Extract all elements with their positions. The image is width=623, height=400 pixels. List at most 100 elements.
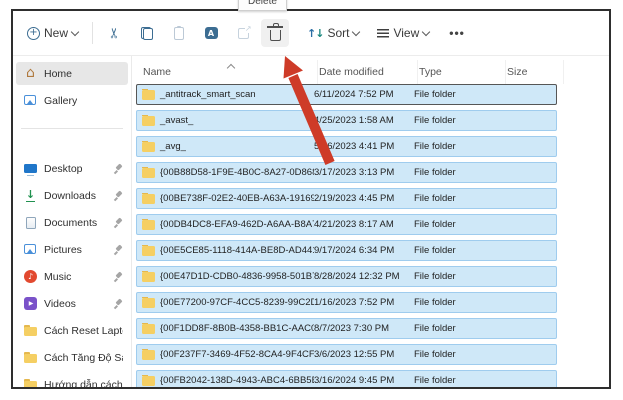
view-list-icon	[377, 29, 389, 38]
date-modified: 3/17/2023 3:13 PM	[314, 167, 414, 178]
delete-tooltip: Delete	[238, 0, 287, 11]
file-name: {00E47D1D-CDB0-4836-9958-501B7FE43...	[160, 271, 314, 282]
pin-icon	[113, 191, 123, 201]
rename-button[interactable]	[197, 19, 225, 47]
file-type: File folder	[414, 245, 502, 256]
file-type: File folder	[414, 193, 502, 204]
column-header-size[interactable]: Size	[506, 60, 564, 84]
folder-icon	[142, 194, 155, 204]
name-cell: _avast_	[142, 115, 314, 126]
sidebar-item-label: Downloads	[44, 190, 96, 202]
chevron-down-icon	[422, 27, 430, 35]
column-header-type[interactable]: Type	[418, 60, 506, 84]
sidebar-item-videos[interactable]: Videos	[16, 292, 128, 315]
sidebar-item-cach-reset-laptop[interactable]: Cách Reset Laptop	[16, 319, 128, 342]
sidebar-item-label: Gallery	[44, 95, 77, 107]
toolbar-divider	[92, 22, 93, 44]
table-row[interactable]: {00F1DD8F-8B0B-4358-BB1C-AAC0B3BA... 8/7…	[136, 318, 557, 339]
pin-icon	[113, 218, 123, 228]
ellipsis-icon: •••	[449, 26, 465, 40]
sidebar: Home Gallery Desktop Downloads Documents…	[13, 56, 132, 387]
new-button[interactable]: New	[21, 23, 84, 43]
sidebar-item-downloads[interactable]: Downloads	[16, 184, 128, 207]
name-cell: {00F1DD8F-8B0B-4358-BB1C-AAC0B3BA...	[142, 323, 314, 334]
table-row[interactable]: {00E47D1D-CDB0-4836-9958-501B7FE43... 8/…	[136, 266, 557, 287]
file-type: File folder	[414, 349, 502, 360]
folder-icon	[142, 272, 155, 282]
sidebar-item-music[interactable]: Music	[16, 265, 128, 288]
music-icon	[24, 270, 37, 283]
file-name: _antitrack_smart_scan	[160, 89, 256, 100]
table-row[interactable]: {00FB2042-138D-4943-ABC4-6BB5E9B8F... 3/…	[136, 370, 557, 389]
screenshot-page: New Sort	[0, 0, 623, 400]
cut-button[interactable]	[101, 19, 129, 47]
sort-button[interactable]: Sort	[303, 23, 363, 43]
table-row[interactable]: _avg_ 5/26/2023 4:41 PM File folder	[136, 136, 557, 157]
folder-icon	[142, 168, 155, 178]
folder-icon	[142, 90, 155, 100]
sort-arrows-icon	[307, 27, 323, 40]
sidebar-item-cach-tang-do-sang[interactable]: Cách Tăng Độ Sáng	[16, 346, 128, 369]
table-row[interactable]: _avast_ 4/25/2023 1:58 AM File folder	[136, 110, 557, 131]
view-button[interactable]: View	[373, 23, 433, 43]
name-cell: {00DB4DC8-EFA9-462D-A6AA-B8A7114F...	[142, 219, 314, 230]
sidebar-item-huong-dan-cach[interactable]: Hướng dẫn cách đ	[16, 373, 128, 387]
table-row[interactable]: {00E5CE85-1118-414A-BE8D-AD441DBF... 9/1…	[136, 240, 557, 261]
plus-circle-icon	[27, 27, 40, 40]
chevron-down-icon	[71, 27, 79, 35]
file-name: {00E5CE85-1118-414A-BE8D-AD441DBF...	[160, 245, 314, 256]
column-header-name[interactable]: Name	[142, 60, 318, 84]
column-header-label: Date modified	[319, 66, 384, 78]
sidebar-item-gallery[interactable]: Gallery	[16, 89, 128, 112]
sidebar-item-pictures[interactable]: Pictures	[16, 238, 128, 261]
date-modified: 2/19/2023 4:45 PM	[314, 193, 414, 204]
file-name: {00E77200-97CF-4CC5-8239-99C2D7942...	[160, 297, 314, 308]
toolbar: New Sort	[13, 11, 609, 56]
folder-icon	[142, 246, 155, 256]
name-cell: {00E47D1D-CDB0-4836-9958-501B7FE43...	[142, 271, 314, 282]
name-cell: _antitrack_smart_scan	[142, 89, 314, 100]
sidebar-item-home[interactable]: Home	[16, 62, 128, 85]
name-cell: {00BE738F-02E2-40EB-A63A-191690E61...	[142, 193, 314, 204]
delete-button[interactable]	[261, 19, 289, 47]
table-row[interactable]: {00BE738F-02E2-40EB-A63A-191690E61... 2/…	[136, 188, 557, 209]
sidebar-item-label: Cách Tăng Độ Sáng	[44, 352, 123, 364]
name-cell: {00FB2042-138D-4943-ABC4-6BB5E9B8F...	[142, 375, 314, 386]
date-modified: 8/7/2023 7:30 PM	[314, 323, 414, 334]
copy-button[interactable]	[133, 19, 161, 47]
sort-button-label: Sort	[327, 26, 349, 40]
column-headers: Name Date modified Type Size	[134, 60, 609, 84]
see-more-button[interactable]: •••	[445, 23, 469, 43]
table-row[interactable]: {00E77200-97CF-4CC5-8239-99C2D7942... 1/…	[136, 292, 557, 313]
pin-icon	[113, 272, 123, 282]
file-name: {00FB2042-138D-4943-ABC4-6BB5E9B8F...	[160, 375, 314, 386]
sort-ascending-icon	[227, 64, 235, 72]
name-cell: {00E77200-97CF-4CC5-8239-99C2D7942...	[142, 297, 314, 308]
sidebar-item-label: Home	[44, 68, 72, 80]
file-name: {00DB4DC8-EFA9-462D-A6AA-B8A7114F...	[160, 219, 314, 230]
folder-icon	[142, 220, 155, 230]
sidebar-item-desktop[interactable]: Desktop	[16, 157, 128, 180]
sidebar-item-documents[interactable]: Documents	[16, 211, 128, 234]
table-row[interactable]: {00B88D58-1F9E-4B0C-8A27-0D86849F4... 3/…	[136, 162, 557, 183]
column-header-date-modified[interactable]: Date modified	[318, 60, 418, 84]
column-header-label: Name	[143, 66, 171, 78]
file-list: _antitrack_smart_scan 6/11/2024 7:52 PM …	[134, 84, 557, 389]
folder-icon	[23, 350, 38, 365]
paste-button	[165, 19, 193, 47]
file-name: _avg_	[160, 141, 186, 152]
trash-icon	[270, 30, 281, 41]
sidebar-item-label: Documents	[44, 217, 97, 229]
column-header-label: Size	[507, 66, 527, 78]
date-modified: 5/26/2023 4:41 PM	[314, 141, 414, 152]
table-row[interactable]: {00F237F7-3469-4F52-8CA4-9F4CFF0CB3... 3…	[136, 344, 557, 365]
new-button-label: New	[44, 26, 68, 40]
videos-icon	[24, 297, 37, 310]
table-row[interactable]: _antitrack_smart_scan 6/11/2024 7:52 PM …	[136, 84, 557, 105]
folder-icon	[142, 376, 155, 386]
date-modified: 9/17/2024 6:34 PM	[314, 245, 414, 256]
file-type: File folder	[414, 375, 502, 386]
clipboard-icon	[174, 27, 184, 40]
name-cell: {00E5CE85-1118-414A-BE8D-AD441DBF...	[142, 245, 314, 256]
table-row[interactable]: {00DB4DC8-EFA9-462D-A6AA-B8A7114F... 4/2…	[136, 214, 557, 235]
